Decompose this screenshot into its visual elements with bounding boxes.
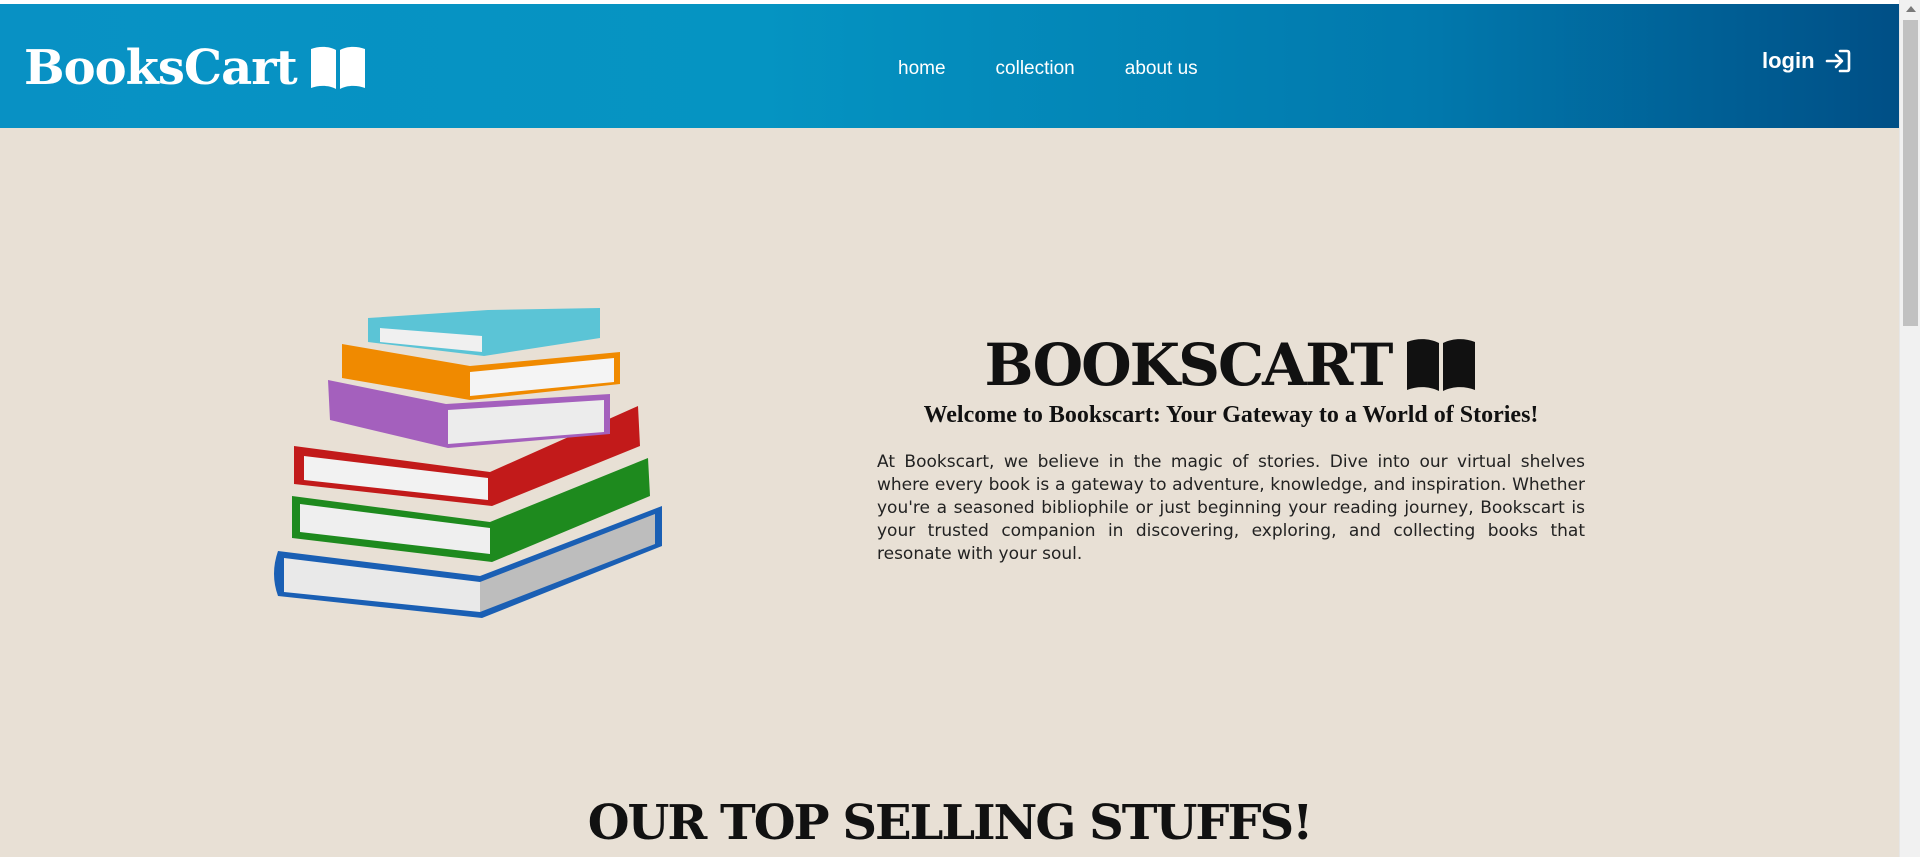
login-button[interactable]: login — [1762, 48, 1851, 74]
main-nav: home collection about us — [898, 58, 1248, 80]
hero-title: BOOKSCART — [877, 330, 1585, 400]
sign-in-icon — [1825, 49, 1850, 73]
hero-section: BOOKSCART Welcome to Bookscart: Your Gat… — [877, 330, 1585, 583]
hero-title-text: BOOKSCART — [984, 331, 1394, 399]
nav-collection-link[interactable]: collection — [996, 58, 1075, 80]
scrollbar-thumb[interactable] — [1903, 20, 1918, 326]
top-selling-heading: OUR TOP SELLING STUFFS! — [587, 795, 1314, 851]
hero-description: At Bookscart, we believe in the magic of… — [877, 452, 1585, 564]
open-book-icon — [310, 46, 365, 89]
nav-home-link[interactable]: home — [898, 58, 946, 80]
brand-logo[interactable]: BooksCart — [24, 40, 367, 96]
login-label: login — [1762, 48, 1815, 73]
vertical-scrollbar[interactable] — [1899, 0, 1920, 857]
scroll-up-icon[interactable] — [1906, 6, 1916, 12]
book-stack-illustration — [274, 308, 662, 618]
hero-subtitle: Welcome to Bookscart: Your Gateway to a … — [923, 402, 1539, 428]
nav-about-us-link[interactable]: about us — [1125, 58, 1198, 80]
brand-name: BooksCart — [24, 40, 298, 96]
site-header: BooksCart home collection about us login — [0, 4, 1899, 128]
open-book-icon — [1407, 339, 1476, 391]
page: BooksCart home collection about us login — [0, 0, 1920, 857]
